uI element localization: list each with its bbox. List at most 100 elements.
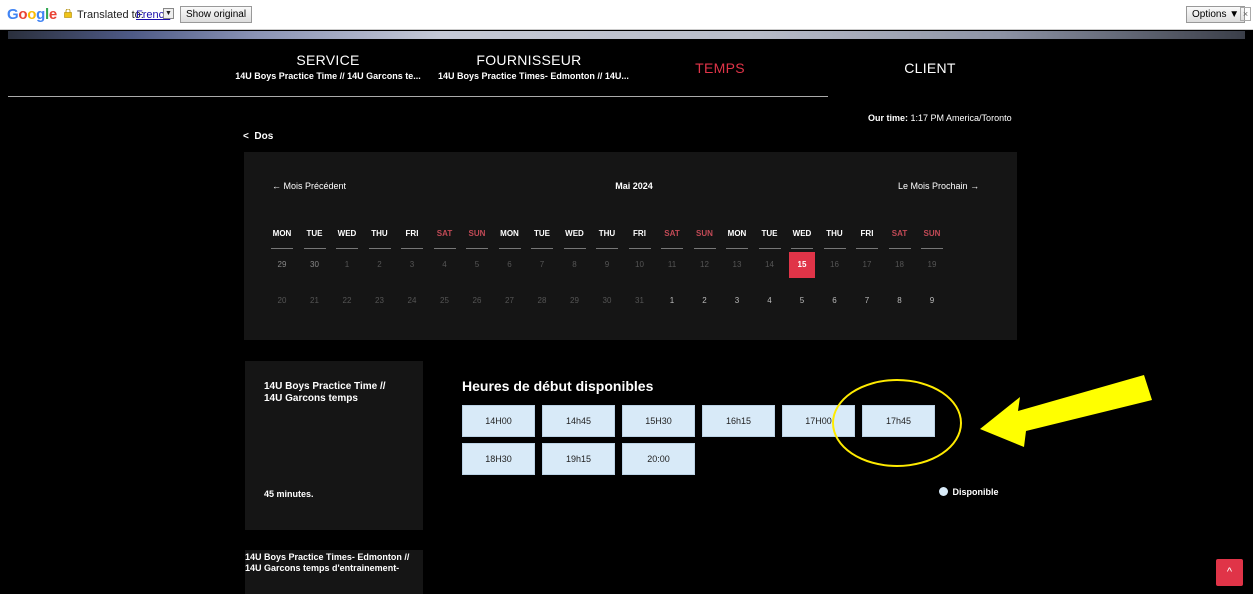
calendar-day: 2 bbox=[377, 260, 382, 269]
options-button[interactable]: Options ▼ bbox=[1186, 6, 1246, 23]
weekday-underline bbox=[856, 248, 878, 249]
weekday-header: FRI bbox=[860, 229, 874, 238]
weekday-underline bbox=[368, 248, 391, 249]
weekday-header: TUE bbox=[534, 229, 550, 238]
weekday-underline bbox=[791, 248, 813, 249]
provider-card: 14U Boys Practice Times- Edmonton // 14U… bbox=[245, 550, 423, 594]
weekday-underline bbox=[758, 248, 781, 249]
calendar-day: 21 bbox=[310, 296, 319, 305]
availability-legend: Disponible bbox=[939, 487, 999, 497]
calendar-day: 12 bbox=[700, 260, 709, 269]
calendar-day: 29 bbox=[570, 296, 579, 305]
time-slot[interactable]: 14h45 bbox=[542, 405, 615, 437]
service-card: 14U Boys Practice Time // 14U Garcons te… bbox=[245, 361, 423, 530]
weekday-header: MON bbox=[272, 229, 292, 238]
weekday-header: THU bbox=[598, 229, 616, 238]
weekday-header: SUN bbox=[923, 229, 941, 238]
weekday-header: FRI bbox=[405, 229, 419, 238]
step-subtitle: 14U Boys Practice Times- Edmonton // 14U… bbox=[438, 71, 629, 81]
highlight-ellipse bbox=[832, 379, 962, 467]
time-slot[interactable]: 16h15 bbox=[702, 405, 775, 437]
current-month: Mai 2024 bbox=[615, 181, 653, 191]
hero-image-strip bbox=[8, 31, 1245, 39]
calendar-day: 30 bbox=[310, 260, 319, 269]
weekday-underline bbox=[563, 248, 586, 249]
calendar-day: 7 bbox=[864, 296, 870, 305]
time-slot[interactable]: 18H30 bbox=[462, 443, 535, 475]
calendar-day: 4 bbox=[767, 296, 772, 305]
step-subtitle: 14U Boys Practice Time // 14U Garcons te… bbox=[235, 71, 421, 81]
show-original-button[interactable]: Show original bbox=[180, 6, 253, 23]
arrow-right-icon: → bbox=[970, 181, 980, 191]
calendar-day: 3 bbox=[409, 260, 415, 269]
scroll-to-top-button[interactable]: ^ bbox=[1216, 559, 1243, 586]
weekday-underline bbox=[498, 248, 521, 249]
step-temps[interactable]: TEMPS bbox=[690, 60, 750, 76]
prev-month-button[interactable]: ← Mois Précédent bbox=[272, 181, 346, 191]
calendar-day: 30 bbox=[602, 296, 612, 305]
calendar-day: 27 bbox=[505, 296, 514, 305]
calendar-day: 22 bbox=[342, 296, 352, 305]
calendar-day: 13 bbox=[732, 260, 742, 269]
weekday-header: THU bbox=[826, 229, 843, 238]
back-link[interactable]: < Dos bbox=[243, 131, 273, 142]
weekday-header: SUN bbox=[468, 229, 486, 238]
weekday-underline bbox=[693, 248, 716, 249]
time-slot[interactable]: 20:00 bbox=[622, 443, 695, 475]
time-slot[interactable]: 19h15 bbox=[542, 443, 615, 475]
calendar-day: 3 bbox=[734, 296, 740, 305]
weekday-header: WED bbox=[337, 229, 357, 238]
next-month-label: Le Mois Prochain bbox=[898, 181, 968, 191]
step-service[interactable]: SERVICE 14U Boys Practice Time // 14U Ga… bbox=[228, 52, 428, 81]
logo-letter: g bbox=[36, 6, 45, 23]
weekday-underline bbox=[596, 248, 618, 249]
weekday-underline bbox=[823, 248, 846, 249]
weekday-underline bbox=[628, 248, 651, 249]
weekday-header: FRI bbox=[633, 229, 646, 238]
translate-bar: Google Translated to: French ▼ Show orig… bbox=[0, 0, 1253, 30]
calendar-day: 9 bbox=[604, 260, 610, 269]
available-times-title: Heures de début disponibles bbox=[462, 378, 654, 394]
legend-label: Disponible bbox=[952, 487, 999, 497]
weekday-header: MON bbox=[727, 229, 747, 238]
steps-divider bbox=[8, 96, 828, 97]
weekday-underline bbox=[401, 248, 423, 249]
weekday-underline bbox=[531, 248, 553, 249]
chevron-up-icon: ^ bbox=[1226, 566, 1233, 578]
calendar-day: 6 bbox=[507, 260, 512, 269]
our-time: Our time: 1:17 PM America/Toronto bbox=[868, 113, 1012, 123]
weekday-underline bbox=[921, 248, 943, 249]
calendar-day-selected[interactable]: 15 bbox=[789, 252, 815, 278]
calendar-day: 20 bbox=[277, 296, 287, 305]
step-client[interactable]: CLIENT bbox=[890, 60, 970, 76]
calendar-day: 8 bbox=[572, 260, 577, 269]
weekday-underline bbox=[303, 248, 326, 249]
time-slot[interactable]: 15H30 bbox=[622, 405, 695, 437]
calendar-day: 4 bbox=[442, 260, 447, 269]
calendar-day: 1 bbox=[344, 260, 350, 269]
calendar-day: 29 bbox=[277, 260, 287, 269]
time-slot[interactable]: 14H00 bbox=[462, 405, 535, 437]
weekday-underline bbox=[726, 248, 748, 249]
calendar-day: 5 bbox=[474, 260, 480, 269]
calendar-day: 23 bbox=[375, 296, 384, 305]
language-dropdown-icon[interactable]: ▼ bbox=[163, 8, 174, 19]
yellow-arrow-icon bbox=[980, 375, 1152, 447]
calendar-day: 17 bbox=[862, 260, 872, 269]
calendar-day: 18 bbox=[895, 260, 904, 269]
calendar-day: 14 bbox=[765, 260, 774, 269]
weekday-header: THU bbox=[371, 229, 388, 238]
back-label: Dos bbox=[254, 131, 274, 142]
weekday-header: TUE bbox=[761, 229, 778, 238]
step-fournisseur[interactable]: FOURNISSEUR 14U Boys Practice Times- Edm… bbox=[438, 52, 629, 81]
calendar-day: 7 bbox=[539, 260, 545, 269]
next-month-button[interactable]: Le Mois Prochain → bbox=[898, 181, 979, 191]
step-title: CLIENT bbox=[904, 60, 956, 76]
close-icon[interactable]: × bbox=[1240, 7, 1251, 21]
weekday-header: WED bbox=[565, 229, 584, 238]
calendar-day: 6 bbox=[832, 296, 837, 305]
our-time-label: Our time: bbox=[868, 113, 909, 123]
calendar-day: 25 bbox=[440, 296, 449, 305]
logo-letter: G bbox=[7, 6, 19, 23]
weekday-header: SAT bbox=[436, 229, 453, 238]
